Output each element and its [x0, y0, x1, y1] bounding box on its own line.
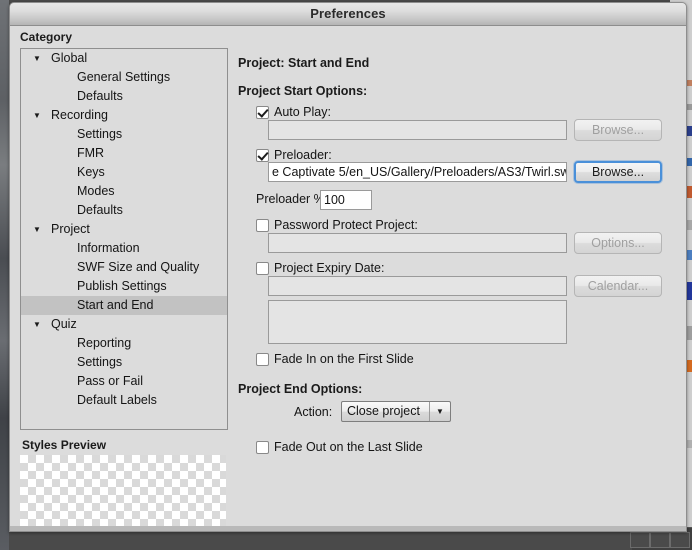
password-protect-checkbox[interactable]: [256, 219, 269, 232]
sidebar-item-label: Information: [77, 241, 140, 255]
password-protect-label: Password Protect Project:: [274, 218, 418, 232]
page-title: Project: Start and End: [238, 56, 370, 70]
fade-in-checkbox-row[interactable]: Fade In on the First Slide: [256, 350, 414, 368]
category-label: Category: [20, 30, 73, 44]
chevron-down-icon[interactable]: ▼: [31, 315, 43, 334]
category-tree[interactable]: ▼ Global General Settings Defaults ▼ Rec…: [20, 48, 228, 430]
sidebar-item-label: Project: [51, 222, 90, 236]
sidebar-item-label: Defaults: [77, 203, 123, 217]
sidebar-item-quiz-settings[interactable]: Settings: [21, 353, 227, 372]
sidebar-item-recording-settings[interactable]: Settings: [21, 125, 227, 144]
sidebar-item-recording[interactable]: ▼ Recording: [21, 106, 227, 125]
sidebar-item-start-and-end[interactable]: Start and End: [21, 296, 227, 315]
sidebar-item-pass-or-fail[interactable]: Pass or Fail: [21, 372, 227, 391]
chevron-down-icon[interactable]: ▼: [31, 49, 43, 68]
fade-out-label: Fade Out on the Last Slide: [274, 440, 423, 454]
project-end-options-label: Project End Options:: [238, 382, 363, 396]
sidebar-item-global-defaults[interactable]: Defaults: [21, 87, 227, 106]
styles-preview-label: Styles Preview: [22, 438, 107, 452]
project-expiry-checkbox[interactable]: [256, 262, 269, 275]
sidebar-item-label: Default Labels: [77, 393, 157, 407]
auto-play-browse-button[interactable]: Browse...: [574, 119, 662, 141]
auto-play-label: Auto Play:: [274, 105, 331, 119]
fade-out-checkbox[interactable]: [256, 441, 269, 454]
sidebar-item-label: Modes: [77, 184, 115, 198]
sidebar-item-label: FMR: [77, 146, 105, 160]
chevron-down-icon[interactable]: ▼: [429, 402, 450, 421]
password-protect-checkbox-row[interactable]: Password Protect Project:: [256, 216, 418, 234]
background-segment: [670, 532, 690, 548]
preloader-checkbox[interactable]: [256, 149, 269, 162]
project-start-options-label: Project Start Options:: [238, 84, 368, 98]
chevron-down-icon[interactable]: ▼: [31, 220, 43, 239]
preloader-path-input[interactable]: e Captivate 5/en_US/Gallery/Preloaders/A…: [268, 162, 567, 182]
sidebar-item-default-labels[interactable]: Default Labels: [21, 391, 227, 410]
sidebar-item-label: Recording: [51, 108, 108, 122]
action-dropdown-value: Close project: [347, 404, 420, 418]
sidebar-item-label: Global: [51, 51, 88, 65]
action-label: Action:: [294, 405, 333, 419]
sidebar-item-label: Pass or Fail: [77, 374, 143, 388]
sidebar-item-swf-size-and-quality[interactable]: SWF Size and Quality: [21, 258, 227, 277]
sidebar-item-information[interactable]: Information: [21, 239, 227, 258]
sidebar-item-label: Defaults: [77, 89, 123, 103]
sidebar-item-reporting[interactable]: Reporting: [21, 334, 227, 353]
password-options-button[interactable]: Options...: [574, 232, 662, 254]
sidebar-item-general-settings[interactable]: General Settings: [21, 68, 227, 87]
category-sidebar: Category ▼ Global General Settings Defau…: [16, 28, 228, 531]
project-expiry-label: Project Expiry Date:: [274, 261, 385, 275]
sidebar-item-label: Start and End: [77, 298, 154, 312]
sidebar-item-label: SWF Size and Quality: [77, 260, 200, 274]
sidebar-item-project[interactable]: ▼ Project: [21, 220, 227, 239]
preloader-percent-label: Preloader %:: [256, 192, 329, 206]
action-dropdown[interactable]: Close project ▼: [341, 401, 451, 422]
background-left-strip: [0, 0, 9, 550]
sidebar-item-label: Quiz: [51, 317, 77, 331]
dialog-body: Category ▼ Global General Settings Defau…: [10, 26, 686, 531]
sidebar-item-label: Settings: [77, 355, 123, 369]
password-protect-input[interactable]: [268, 233, 567, 253]
calendar-button[interactable]: Calendar...: [574, 275, 662, 297]
auto-play-checkbox[interactable]: [256, 106, 269, 119]
sidebar-item-label: General Settings: [77, 70, 171, 84]
sidebar-item-quiz[interactable]: ▼ Quiz: [21, 315, 227, 334]
sidebar-item-label: Reporting: [77, 336, 132, 350]
background-segment: [630, 532, 650, 548]
sidebar-item-modes[interactable]: Modes: [21, 182, 227, 201]
dialog-titlebar[interactable]: Preferences: [10, 3, 686, 26]
preferences-content-panel: Project: Start and End Project Start Opt…: [232, 28, 672, 510]
sidebar-item-fmr[interactable]: FMR: [21, 144, 227, 163]
sidebar-item-label: Publish Settings: [77, 279, 167, 293]
fade-in-checkbox[interactable]: [256, 353, 269, 366]
project-expiry-input[interactable]: [268, 276, 567, 296]
sidebar-item-global[interactable]: ▼ Global: [21, 49, 227, 68]
fade-out-checkbox-row[interactable]: Fade Out on the Last Slide: [256, 438, 423, 456]
dialog-bottom-edge: [10, 526, 686, 531]
auto-play-checkbox-row[interactable]: Auto Play:: [256, 103, 331, 121]
sidebar-item-recording-defaults[interactable]: Defaults: [21, 201, 227, 220]
sidebar-item-keys[interactable]: Keys: [21, 163, 227, 182]
expiry-message-textarea[interactable]: [268, 300, 567, 344]
sidebar-item-publish-settings[interactable]: Publish Settings: [21, 277, 227, 296]
preloader-percent-input[interactable]: 100: [320, 190, 372, 210]
chevron-down-icon[interactable]: ▼: [31, 106, 43, 125]
dialog-title: Preferences: [310, 6, 386, 21]
preloader-browse-button[interactable]: Browse...: [574, 161, 662, 183]
styles-preview-canvas: [20, 455, 226, 531]
sidebar-item-label: Keys: [77, 165, 105, 179]
preferences-dialog: Preferences Category ▼ Global General Se…: [9, 2, 687, 532]
sidebar-item-label: Settings: [77, 127, 123, 141]
fade-in-label: Fade In on the First Slide: [274, 352, 414, 366]
auto-play-input[interactable]: [268, 120, 567, 140]
background-segment: [650, 532, 670, 548]
styles-preview-panel: Styles Preview: [20, 436, 226, 531]
project-expiry-checkbox-row[interactable]: Project Expiry Date:: [256, 259, 384, 277]
preloader-label: Preloader:: [274, 148, 332, 162]
